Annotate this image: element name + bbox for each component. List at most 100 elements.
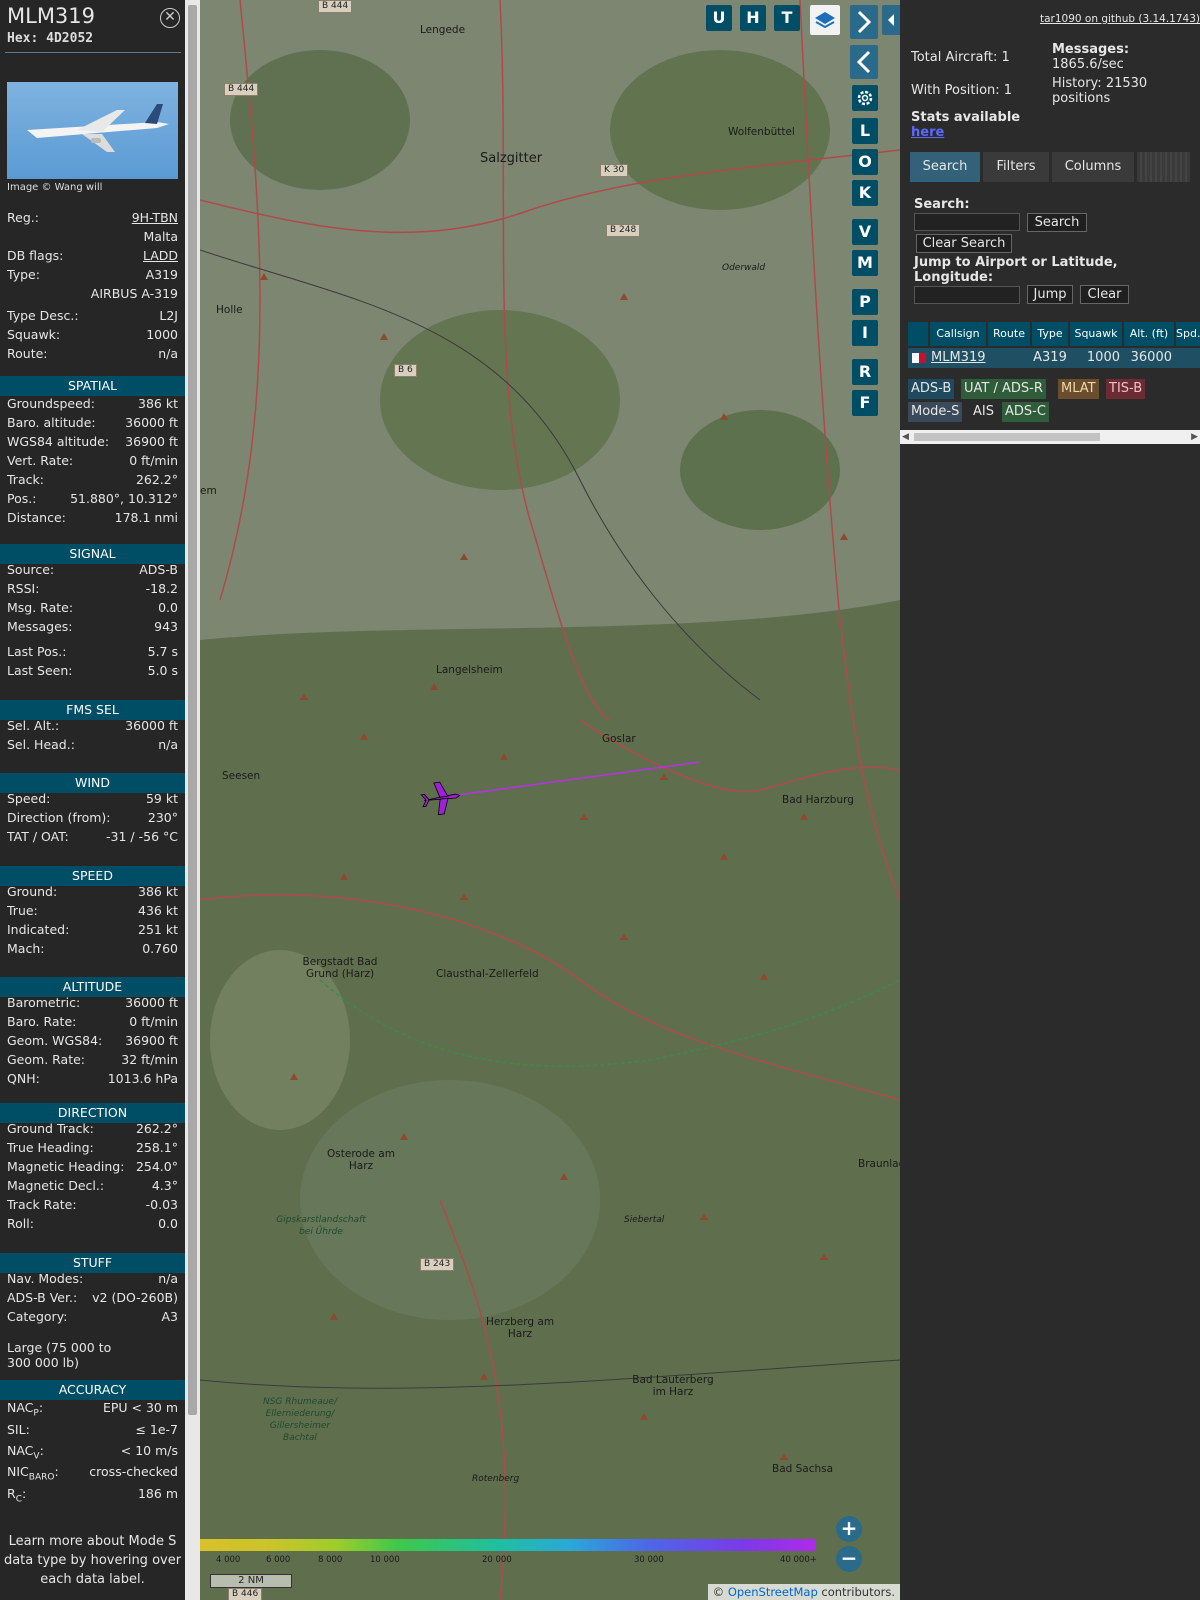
- chevron-left-icon[interactable]: [850, 45, 878, 79]
- detail-value: A319: [145, 267, 178, 282]
- scroll-left-icon[interactable]: ◀: [902, 432, 909, 442]
- detail-label: SIL:: [7, 1422, 30, 1440]
- detail-value[interactable]: LADD: [143, 248, 178, 266]
- tab-filters[interactable]: Filters: [983, 152, 1049, 182]
- detail-label: TAT / OAT:: [7, 829, 69, 844]
- expand-horizontal-icon[interactable]: [882, 5, 900, 35]
- zoom-in-icon[interactable]: +: [836, 1516, 862, 1542]
- table-horizontal-scrollbar[interactable]: ◀ ▶: [900, 430, 1200, 444]
- detail-value: 0.0: [158, 1216, 178, 1231]
- road-label: B 446: [228, 1588, 263, 1600]
- detail-row: SIL: ≤ 1e-7: [7, 1422, 178, 1440]
- attribution-prefix: ©: [712, 1585, 728, 1599]
- detail-row: Type: A319: [7, 267, 178, 285]
- detail-value: 436 kt: [138, 903, 178, 918]
- detail-value[interactable]: 9H-TBN: [132, 210, 178, 228]
- history-value: positions: [1052, 91, 1111, 106]
- search-input[interactable]: [914, 213, 1020, 231]
- detail-row: Mach: 0.760: [7, 941, 178, 959]
- detail-label: Route:: [7, 346, 48, 361]
- col-route[interactable]: Route: [988, 322, 1030, 346]
- detail-row: NACV: < 10 m/s: [7, 1443, 178, 1462]
- detail-value: 262.2°: [135, 472, 178, 487]
- detail-label: WGS84 altitude:: [7, 434, 110, 449]
- detail-value: 178.1 nmi: [114, 510, 178, 525]
- detail-row: Last Pos.: 5.7 s: [7, 644, 178, 662]
- info-panel: tar1090 on github (3.14.1743) Total Airc…: [900, 0, 1200, 1600]
- detail-value: 258.1°: [135, 1140, 178, 1155]
- col-type[interactable]: Type: [1032, 322, 1068, 346]
- github-link[interactable]: tar1090 on github (3.14.1743): [1040, 12, 1200, 27]
- horizontal-scrollbar-thumb[interactable]: [914, 433, 1100, 441]
- clear-button[interactable]: Clear: [1080, 285, 1129, 304]
- map-button-l[interactable]: L: [852, 118, 878, 144]
- detail-label: Squawk:: [7, 327, 61, 342]
- col-altitude[interactable]: Alt. (ft): [1124, 322, 1174, 346]
- altitude-tick: 6 000: [266, 1555, 291, 1565]
- detail-value: 0 ft/min: [129, 453, 178, 468]
- map-button-h[interactable]: H: [740, 5, 766, 31]
- row-callsign[interactable]: MLM319: [931, 348, 986, 368]
- tab-extra[interactable]: [1137, 152, 1190, 182]
- col-callsign[interactable]: Callsign: [930, 322, 986, 346]
- detail-label: Roll:: [7, 1216, 34, 1231]
- detail-label: Last Pos.:: [7, 644, 67, 659]
- col-squawk[interactable]: Squawk: [1070, 322, 1122, 346]
- map-button-o[interactable]: O: [852, 149, 878, 175]
- section-header-speed: SPEED: [0, 866, 185, 886]
- detail-value: 251 kt: [138, 922, 178, 937]
- search-button[interactable]: Search: [1027, 213, 1087, 232]
- map-view[interactable]: Lengede Salzgitter Wolfenbüttel Holle La…: [200, 0, 900, 1600]
- scroll-right-icon[interactable]: ▶: [1191, 432, 1198, 442]
- detail-value: 4.3°: [151, 1178, 178, 1193]
- map-button-k[interactable]: K: [852, 180, 878, 206]
- map-button-p[interactable]: P: [852, 289, 878, 315]
- place-label: Gipskarstlandschaft bei Ührde: [276, 1215, 366, 1237]
- clear-search-button[interactable]: Clear Search: [916, 234, 1012, 253]
- table-row[interactable]: MLM319 A319 1000 36000: [908, 348, 1200, 368]
- detail-label: True:: [7, 903, 38, 918]
- detail-label: Barometric:: [7, 995, 81, 1010]
- section-header-fms: FMS SEL: [0, 700, 185, 720]
- map-attribution: © OpenStreetMap contributors.: [707, 1584, 900, 1600]
- detail-value: v2 (DO-260B): [92, 1290, 178, 1305]
- gear-icon[interactable]: [852, 85, 878, 111]
- jump-button[interactable]: Jump: [1027, 285, 1073, 304]
- tab-columns[interactable]: Columns: [1052, 152, 1134, 182]
- map-button-m[interactable]: M: [852, 250, 878, 276]
- map-button-v[interactable]: V: [852, 219, 878, 245]
- detail-label: Geom. WGS84:: [7, 1033, 103, 1048]
- osm-link[interactable]: OpenStreetMap: [728, 1585, 818, 1599]
- detail-value: n/a: [158, 737, 178, 752]
- col-flag[interactable]: [908, 322, 928, 346]
- with-position: With Position: 1: [911, 83, 1013, 98]
- section-header-stuff: STUFF: [0, 1253, 185, 1273]
- place-label: Holle: [216, 304, 243, 316]
- map-button-r[interactable]: R: [852, 359, 878, 385]
- detail-label: Pos.:: [7, 491, 37, 506]
- sidebar-scrollbar-thumb[interactable]: [188, 5, 197, 1415]
- detail-value: 0.0: [158, 600, 178, 615]
- map-button-i[interactable]: I: [852, 320, 878, 346]
- jump-input[interactable]: [914, 286, 1020, 304]
- map-button-f[interactable]: F: [852, 390, 878, 416]
- map-button-u[interactable]: U: [706, 5, 732, 31]
- chevron-right-icon[interactable]: [850, 5, 878, 39]
- map-button-t[interactable]: T: [774, 5, 800, 31]
- detail-label: Magnetic Decl.:: [7, 1178, 105, 1193]
- scale-line: 2 NM: [210, 1574, 292, 1588]
- close-icon[interactable]: ✕: [160, 8, 180, 28]
- messages-value: 1865.6/sec: [1052, 57, 1124, 72]
- stats-link[interactable]: here: [911, 125, 944, 140]
- detail-row: Geom. WGS84: 36900 ft: [7, 1033, 178, 1051]
- layers-icon[interactable]: [810, 5, 840, 35]
- tab-search[interactable]: Search: [910, 152, 980, 182]
- section-header-altitude: ALTITUDE: [0, 977, 185, 997]
- detail-row: Last Seen: 5.0 s: [7, 663, 178, 681]
- col-speed[interactable]: Spd.: [1176, 322, 1200, 346]
- zoom-out-icon[interactable]: −: [836, 1546, 862, 1572]
- detail-value: 386 kt: [138, 884, 178, 899]
- detail-label: NACV:: [7, 1443, 44, 1462]
- detail-row: Barometric: 36000 ft: [7, 995, 178, 1013]
- aircraft-photo[interactable]: [7, 82, 178, 179]
